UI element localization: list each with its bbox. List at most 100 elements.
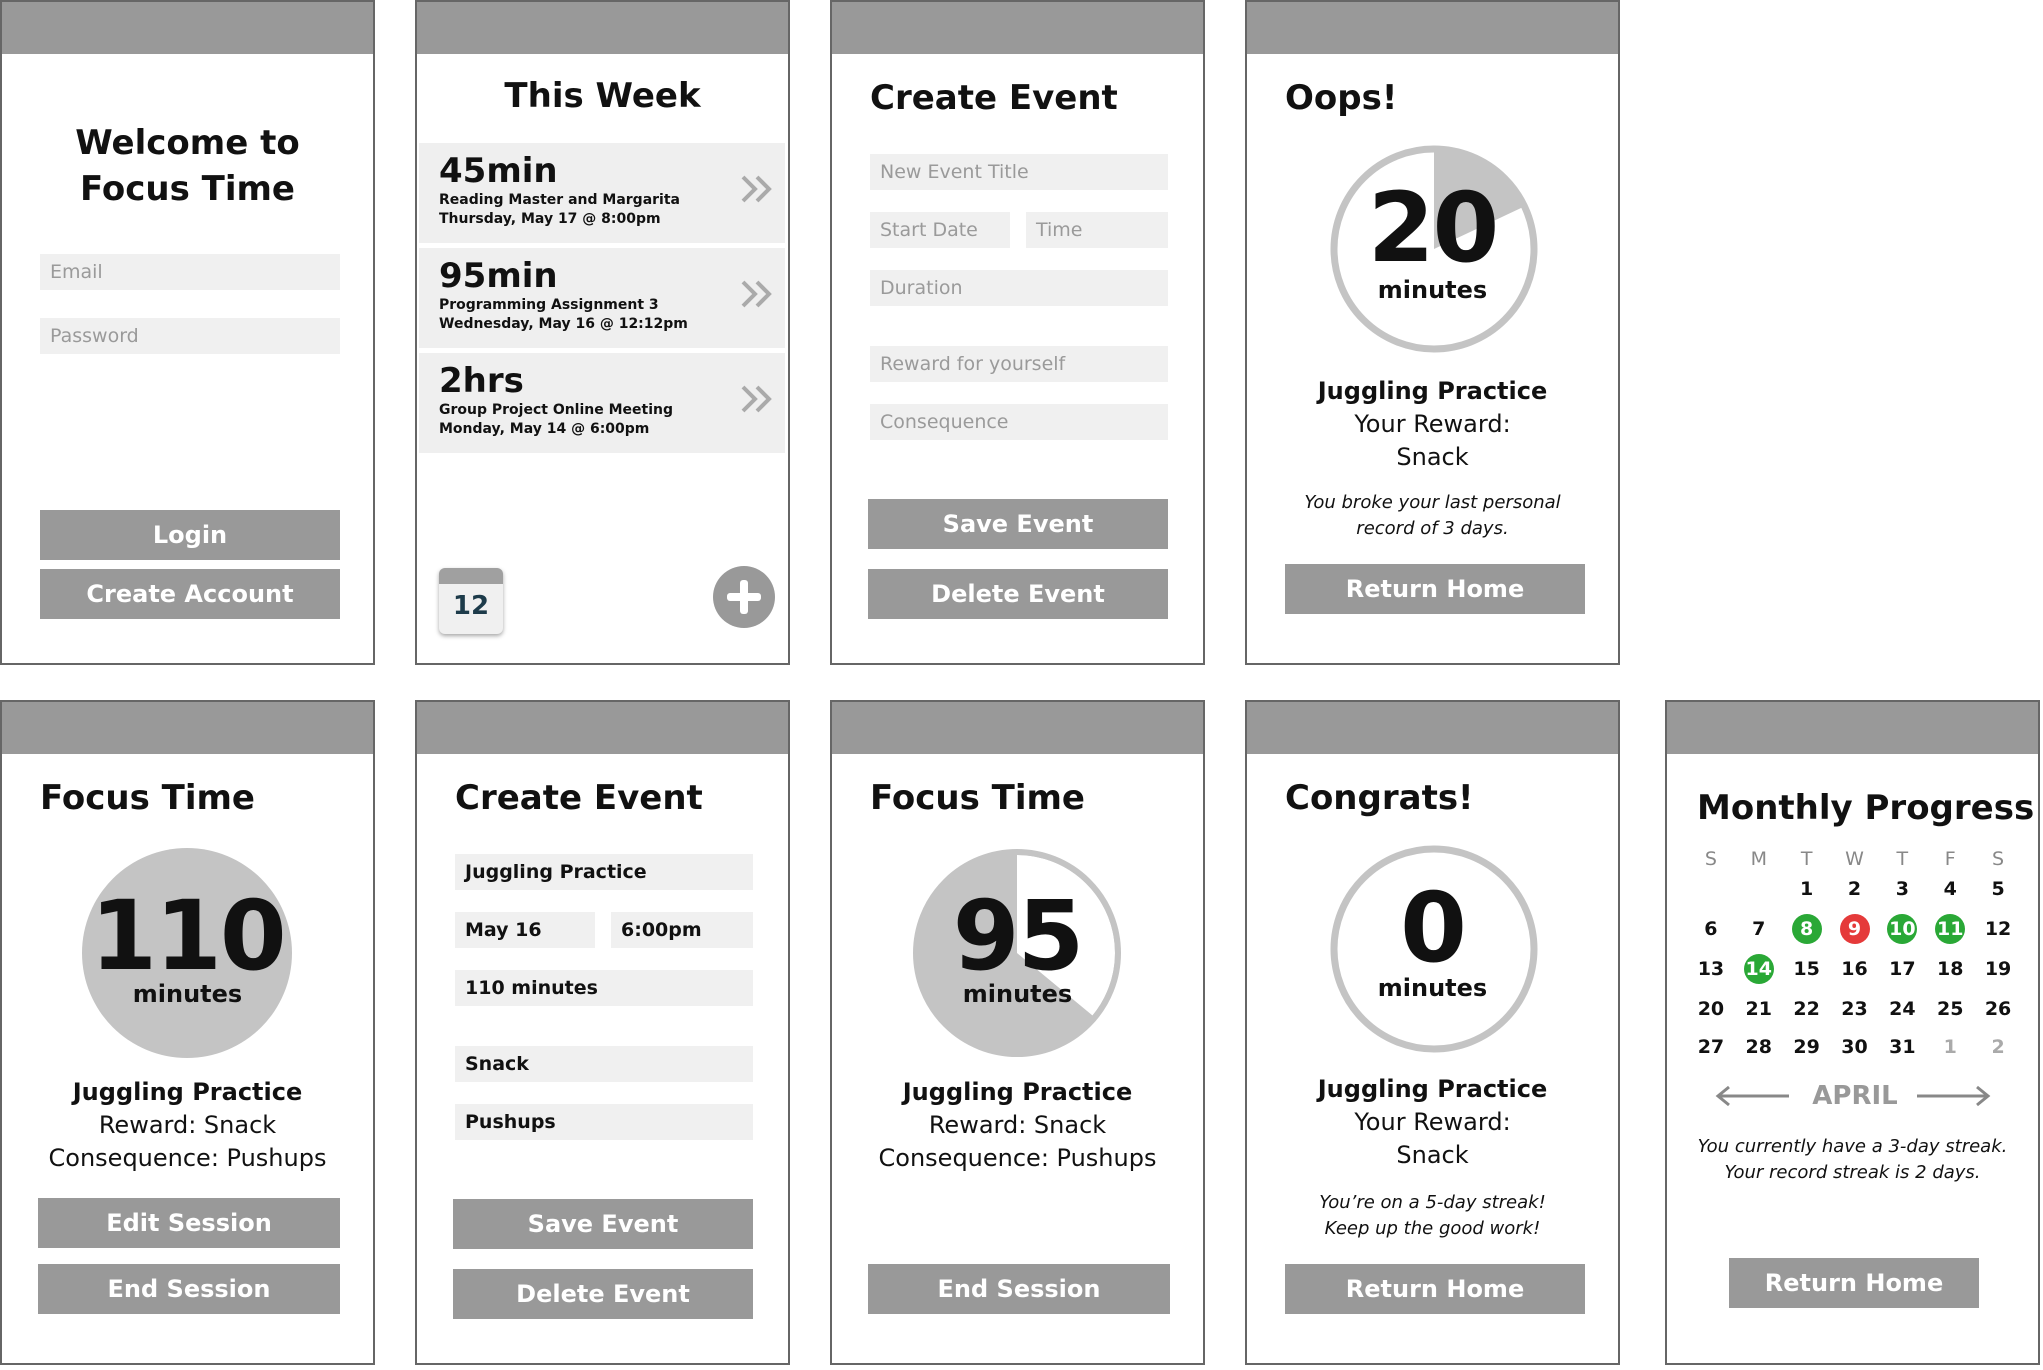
reward-input[interactable]: Snack [455,1046,753,1082]
email-input[interactable]: Email [40,254,340,290]
calendar-day[interactable]: 15 [1787,954,1827,984]
calendar-day[interactable]: 4 [1930,874,1970,904]
calendar-day[interactable]: 13 [1691,954,1731,984]
arrow-right-icon[interactable] [1915,1084,1991,1108]
calendar-day-number: 30 [1841,1036,1868,1058]
calendar-day-number: 13 [1697,958,1725,980]
calendar-day[interactable]: 28 [1739,1032,1779,1062]
reward-label: Your Reward: [1354,1108,1511,1136]
weekday-label: T [1896,848,1909,870]
calendar-day[interactable]: 9 [1835,914,1875,944]
event-name: Juggling Practice [1317,377,1548,405]
return-home-button[interactable]: Return Home [1285,1264,1585,1314]
calendar-day[interactable]: 19 [1978,954,2018,984]
event-item[interactable]: 2hrs Group Project Online Meeting Monday… [419,353,785,453]
duration-input[interactable]: Duration [870,270,1168,306]
record-note: You broke your last personal record of 3… [1304,492,1561,539]
calendar-day[interactable]: 20 [1691,994,1731,1024]
calendar-day[interactable]: 1 [1787,874,1827,904]
calendar-day[interactable]: 30 [1835,1032,1875,1062]
event-item[interactable]: 95min Programming Assignment 3 Wednesday… [419,248,785,348]
double-chevron-right-icon[interactable] [739,383,775,415]
end-session-button[interactable]: End Session [38,1264,340,1314]
calendar-day[interactable]: 25 [1930,994,1970,1024]
header-bar [1667,702,2038,754]
calendar-day[interactable]: 26 [1978,994,2018,1024]
reward-input[interactable]: Reward for yourself [870,346,1168,382]
calendar-day[interactable]: 7 [1739,914,1779,944]
timer-unit: minutes [1377,974,1488,1002]
arrow-left-icon[interactable] [1715,1084,1791,1108]
calendar-day[interactable]: 6 [1691,914,1731,944]
calendar-day[interactable]: 29 [1787,1032,1827,1062]
event-name: Juggling Practice [902,1078,1133,1106]
calendar-day[interactable]: 8 [1787,914,1827,944]
password-input[interactable]: Password [40,318,340,354]
focus-time-95-screen: Focus Time 95 minutes Juggling Practice … [830,700,1205,1365]
duration-input[interactable]: 110 minutes [455,970,753,1006]
calendar-day[interactable]: 31 [1882,1032,1922,1062]
calendar-day-number: 29 [1793,1036,1820,1058]
start-date-input[interactable]: Start Date [870,212,1010,248]
calendar-day-number: 10 [1887,914,1918,944]
calendar-day[interactable]: 2 [1835,874,1875,904]
calendar-day[interactable]: 22 [1787,994,1827,1024]
calendar-icon-header [439,568,503,584]
calendar-day[interactable]: 2 [1978,1032,2018,1062]
calendar-day[interactable]: 3 [1882,874,1922,904]
start-date-input[interactable]: May 16 [455,912,595,948]
login-button[interactable]: Login [40,510,340,560]
weekday-label: M [1750,848,1767,870]
calendar-day-number: 22 [1793,998,1820,1020]
header-bar [832,702,1203,754]
consequence-input[interactable]: Consequence [870,404,1168,440]
calendar-icon[interactable]: 12 [439,568,503,634]
double-chevron-right-icon[interactable] [739,278,775,310]
calendar-day[interactable]: 10 [1882,914,1922,944]
delete-event-button[interactable]: Delete Event [868,569,1168,619]
calendar-day-number: 15 [1793,958,1820,980]
weekday-label: S [1704,848,1717,870]
calendar-day[interactable]: 17 [1882,954,1922,984]
page-title: Focus Time [40,778,255,818]
create-account-button[interactable]: Create Account [40,569,340,619]
double-chevron-right-icon[interactable] [739,173,775,205]
calendar-day-number: 25 [1936,998,1964,1020]
end-session-button[interactable]: End Session [868,1264,1170,1314]
calendar-day[interactable]: 24 [1882,994,1922,1024]
save-event-button[interactable]: Save Event [453,1199,753,1249]
calendar-day[interactable]: 1 [1930,1032,1970,1062]
login-screen: Welcome to Focus Time Email Password Log… [0,0,375,665]
reward-value: Snack [1396,443,1469,471]
reward-label: Your Reward: [1354,410,1511,438]
consequence-input[interactable]: Pushups [455,1104,753,1140]
calendar-day[interactable]: 5 [1978,874,2018,904]
delete-event-button[interactable]: Delete Event [453,1269,753,1319]
time-input[interactable]: 6:00pm [611,912,753,948]
save-event-button[interactable]: Save Event [868,499,1168,549]
return-home-button[interactable]: Return Home [1729,1258,1979,1308]
timer-unit: minutes [132,980,243,1008]
calendar-day[interactable]: 12 [1978,914,2018,944]
calendar-day[interactable]: 18 [1930,954,1970,984]
calendar-day[interactable]: 21 [1739,994,1779,1024]
this-week-screen: This Week 45min Reading Master and Marga… [415,0,790,665]
month-nav: APRIL [1715,1078,1993,1114]
return-home-button[interactable]: Return Home [1285,564,1585,614]
calendar-day[interactable]: 11 [1930,914,1970,944]
timer-number: 110 [90,880,286,992]
header-bar [1247,702,1618,754]
event-title-input[interactable]: New Event Title [870,154,1168,190]
event-title-input[interactable]: Juggling Practice [455,854,753,890]
calendar-day[interactable]: 23 [1835,994,1875,1024]
event-item[interactable]: 45min Reading Master and Margarita Thurs… [419,143,785,243]
calendar-day[interactable]: 14 [1739,954,1779,984]
welcome-title: Welcome to Focus Time [75,123,300,209]
calendar-day[interactable]: 16 [1835,954,1875,984]
edit-session-button[interactable]: Edit Session [38,1198,340,1248]
time-input[interactable]: Time [1026,212,1168,248]
calendar-day[interactable]: 27 [1691,1032,1731,1062]
calendar-day-number: 8 [1791,914,1822,944]
plus-circle-icon[interactable] [713,566,775,628]
calendar-day-number: 26 [1984,998,2012,1020]
